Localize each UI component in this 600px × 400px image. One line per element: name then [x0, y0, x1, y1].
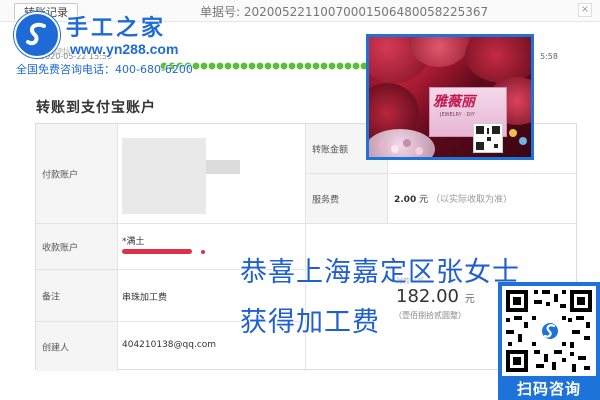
- order-number: 单据号: 20200522110070001506480058225367: [200, 5, 489, 19]
- fee-unit: 元: [419, 195, 429, 205]
- logo-site: www.yn288.com: [70, 41, 179, 57]
- fee-value-cell: 2.00 元 （以实际收取为准）: [388, 174, 578, 224]
- payer-label: 付款账户: [42, 170, 79, 180]
- payer-value-cell: [118, 124, 306, 224]
- brand-caption: JEWELRY · DIY: [440, 112, 475, 118]
- payee-label-cell: 收款账户: [36, 224, 118, 270]
- fee-label-cell: 服务费: [306, 174, 388, 224]
- logo-mark-icon: [14, 12, 60, 58]
- remark-label-cell: 备注: [36, 270, 118, 322]
- amount-display: 182.00 元: [396, 286, 475, 307]
- payee-redaction-dot: [201, 250, 205, 254]
- payee-redaction-mark: [122, 249, 192, 254]
- payer-label-cell: 付款账户: [36, 124, 118, 224]
- fee-value: 2.00: [394, 195, 417, 205]
- qr-consult-label[interactable]: 扫码咨询: [498, 378, 600, 399]
- payee-name: *满土: [122, 237, 145, 247]
- amount-chinese: （壹佰捌拾贰圆整）: [394, 311, 466, 320]
- amount-value: 182.00: [396, 286, 459, 307]
- product-photo: 雅薇丽 JEWELRY · DIY: [366, 34, 534, 160]
- qr-code-icon[interactable]: [502, 286, 596, 376]
- logo-title: 手工之家: [66, 16, 167, 41]
- operation-time-right: 5:58: [540, 52, 558, 61]
- payer-redacted-2: [206, 160, 240, 174]
- creator-value: 404210138@qq.com: [122, 340, 217, 350]
- hotline-text: 全国免费咨询电话：400-680-6200: [16, 63, 193, 76]
- remark-label: 备注: [42, 292, 61, 302]
- creator-label: 创建人: [42, 343, 70, 353]
- photo-qr-icon: [473, 123, 503, 153]
- payer-redacted: [122, 138, 206, 214]
- creator-label-cell: 创建人: [36, 322, 118, 371]
- close-button[interactable]: ×: [578, 3, 592, 17]
- remark-value: 串珠加工费: [122, 293, 168, 303]
- announcement-line-2: 获得加工费: [240, 307, 380, 338]
- amount-unit: 元: [464, 294, 475, 305]
- qr-consult-block[interactable]: 扫码咨询: [498, 282, 600, 400]
- qr-logo-icon: [540, 321, 560, 341]
- fee-note: （以实际收取为准）: [430, 195, 512, 205]
- payee-label: 收款账户: [42, 243, 79, 253]
- announcement-line-1: 恭喜上海嘉定区张女士: [240, 257, 520, 288]
- fee-value-line: 2.00 元 （以实际收取为准）: [394, 192, 512, 205]
- fee-label: 服务费: [312, 195, 340, 205]
- amount-label: 转账金额: [312, 145, 349, 155]
- brand-name: 雅薇丽: [433, 94, 475, 110]
- page-title: 转账到支付宝账户: [36, 100, 156, 116]
